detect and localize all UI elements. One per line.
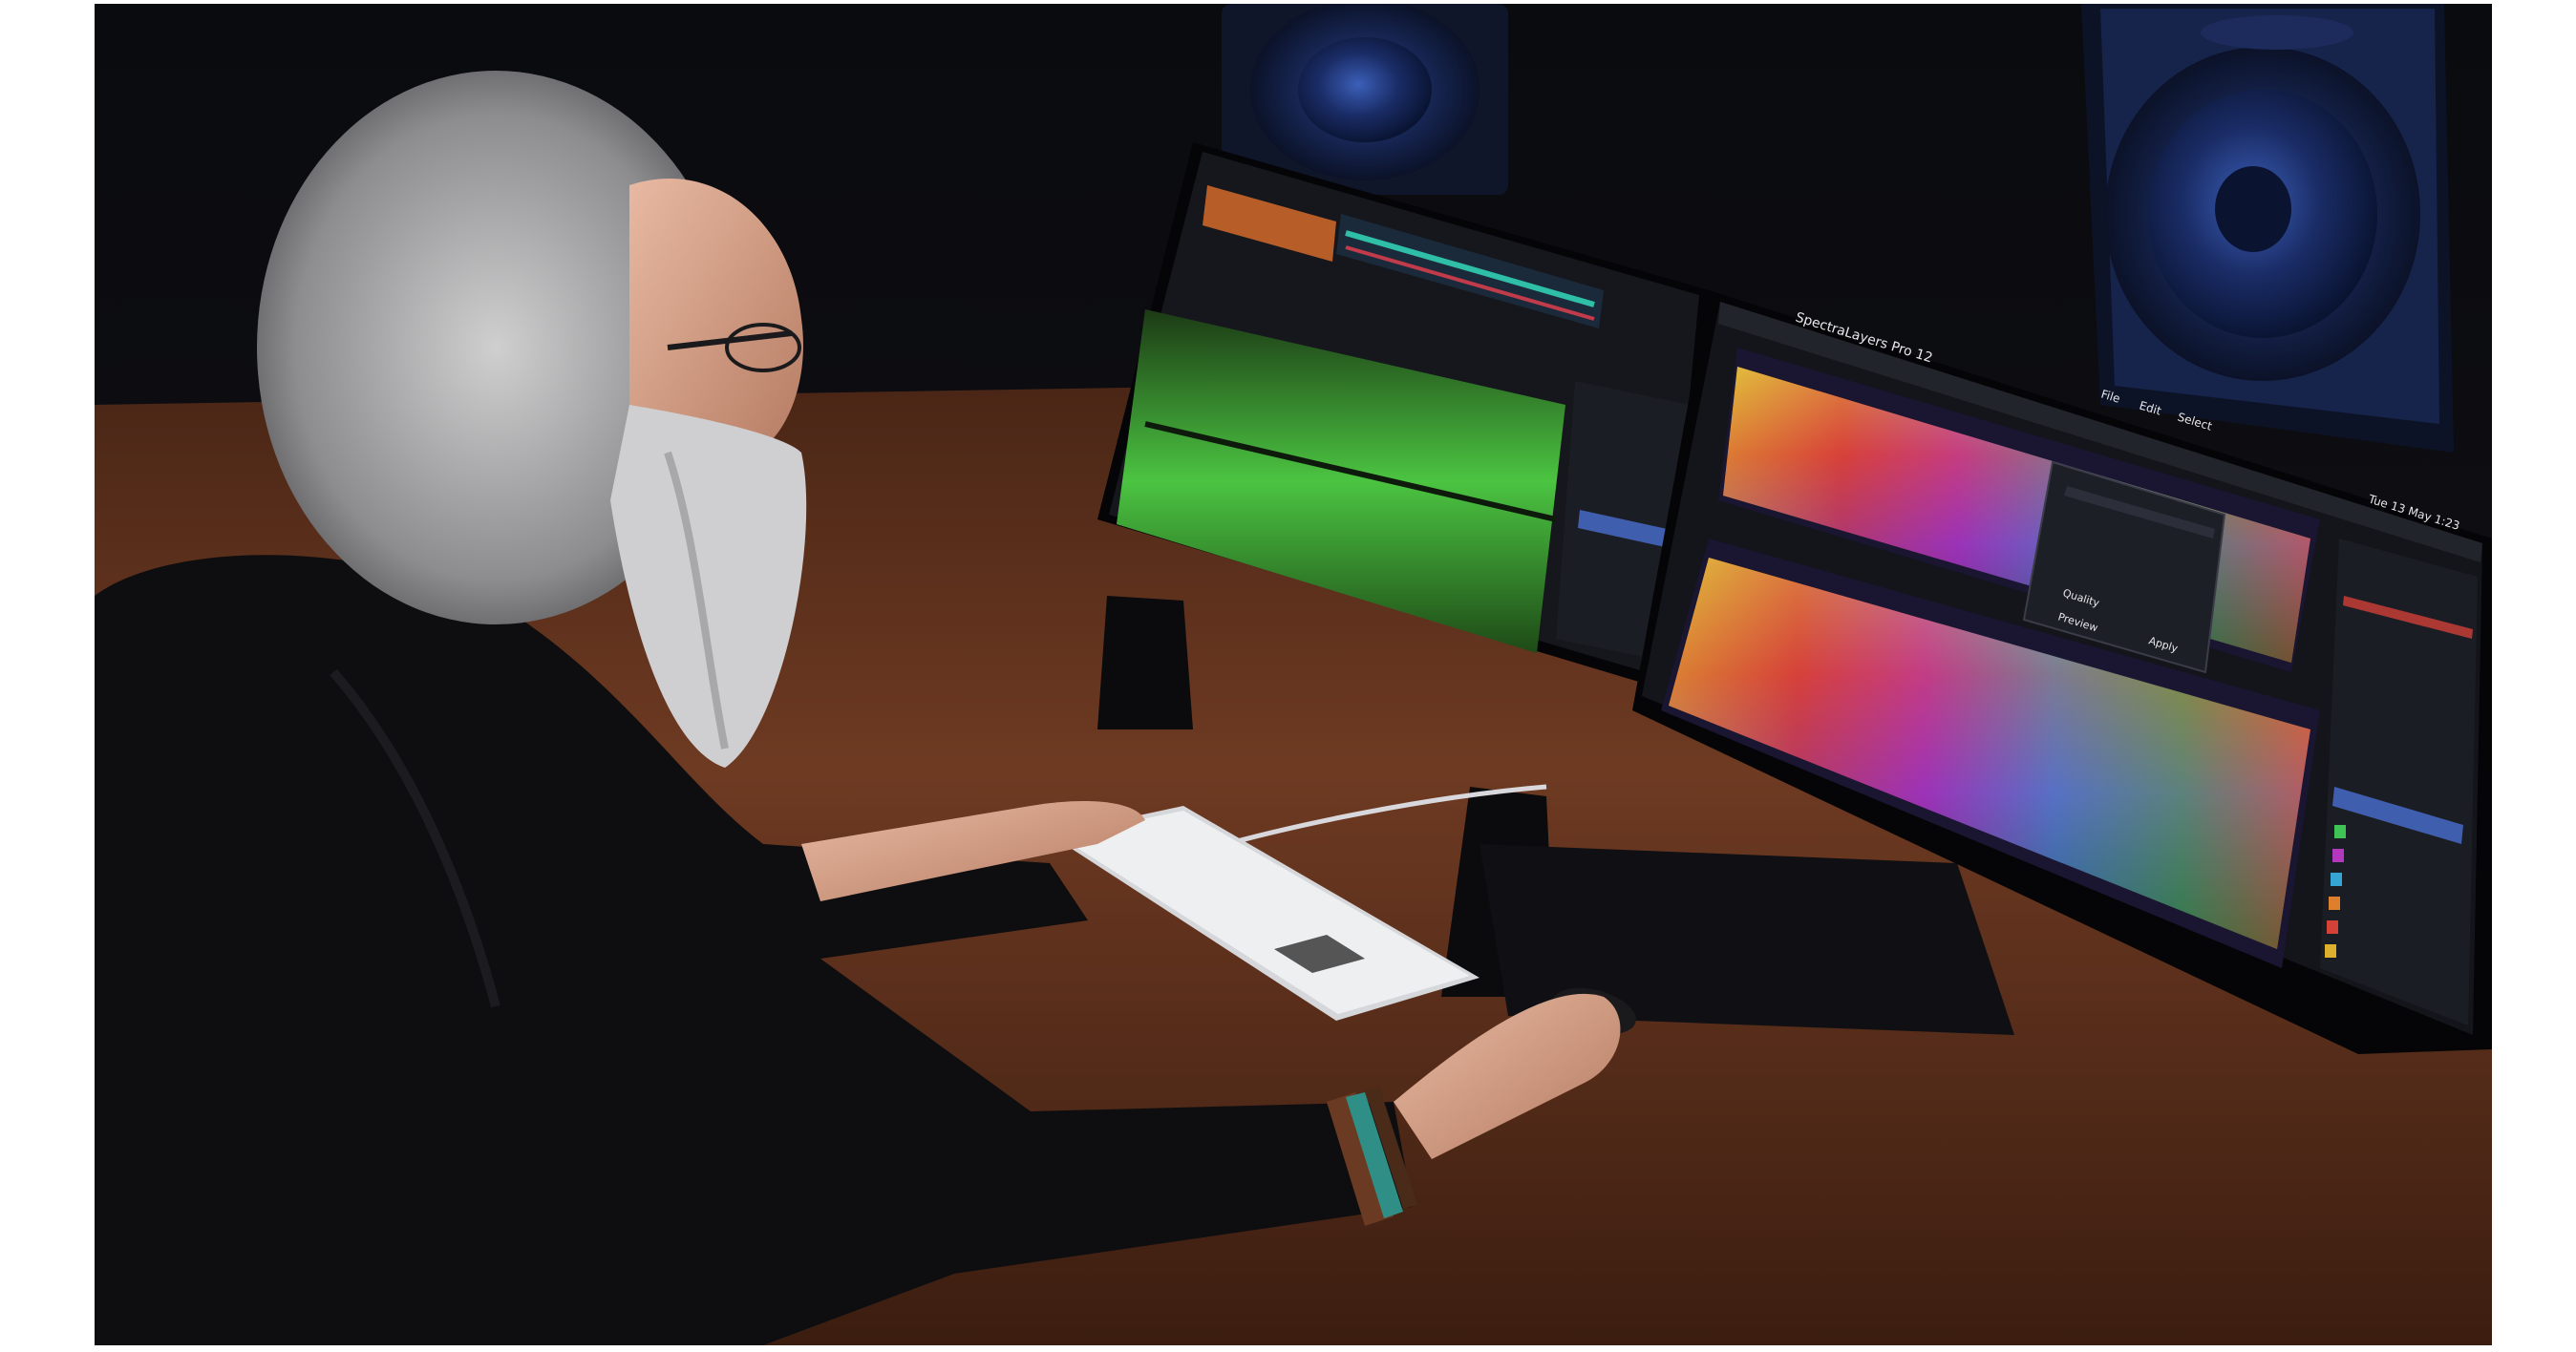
photo-frame: SpectraLayers Pro 12 File Edit Select Tu… (95, 4, 2492, 1345)
studio-speaker-right (2081, 4, 2454, 453)
studio-scene: SpectraLayers Pro 12 File Edit Select Tu… (95, 4, 2492, 1345)
